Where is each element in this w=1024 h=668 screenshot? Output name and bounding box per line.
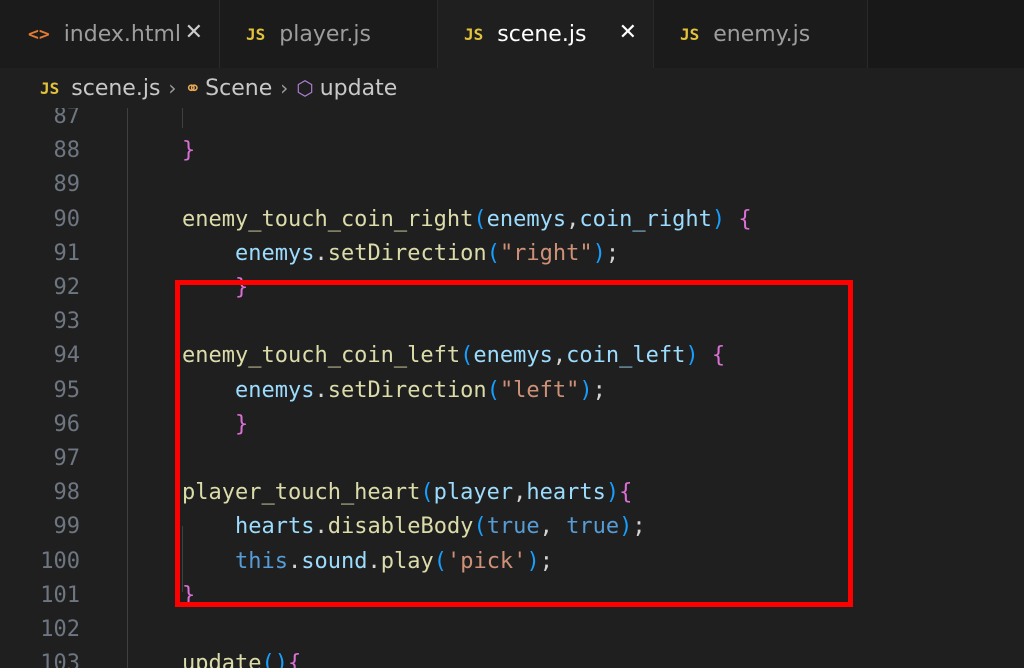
code-line[interactable]: 88}: [0, 134, 1024, 168]
tab-label: player.js: [279, 21, 371, 47]
line-number: 95: [53, 377, 81, 403]
line-number: 92: [53, 275, 81, 300]
line-number: 94: [53, 343, 81, 369]
tab-enemy-js[interactable]: JS enemy.js: [654, 0, 868, 68]
js-file-icon: JS: [246, 24, 266, 44]
breadcrumb-class[interactable]: Scene: [205, 76, 272, 101]
code-line[interactable]: 91 enemys.setDirection("right");: [0, 237, 1024, 271]
line-number: 90: [53, 206, 81, 232]
line-number: 98: [53, 480, 81, 506]
line-number: 96: [53, 411, 81, 437]
line-number: 88: [53, 138, 81, 164]
js-file-icon: JS: [40, 78, 60, 98]
code-line[interactable]: 87: [0, 108, 1024, 134]
line-number: 100: [40, 548, 80, 574]
close-icon[interactable]: ✕: [619, 20, 637, 45]
code-line[interactable]: 102: [0, 613, 1024, 647]
html-file-icon: <>: [28, 23, 50, 45]
line-number: 87: [53, 108, 81, 129]
line-number: 89: [53, 172, 81, 198]
line-number: 97: [53, 446, 81, 471]
line-number: 101: [40, 582, 80, 608]
line-number: 99: [53, 514, 81, 540]
code-text: enemy_touch_coin_right(enemys,coin_right…: [182, 206, 752, 232]
line-number: 91: [53, 240, 81, 266]
close-icon[interactable]: ✕: [185, 20, 203, 45]
line-number: 103: [40, 651, 80, 668]
tab-label: enemy.js: [713, 21, 811, 47]
js-file-icon: JS: [464, 24, 484, 44]
breadcrumb-method[interactable]: update: [320, 76, 398, 101]
line-number: 93: [53, 309, 81, 335]
class-icon: ⚭: [184, 76, 202, 100]
code-line[interactable]: 89: [0, 168, 1024, 202]
code-text: enemys.setDirection("right");: [235, 240, 620, 266]
editor-tab-bar: <> index.html ✕ JS player.js JS scene.js…: [0, 0, 1024, 68]
breadcrumb: JS scene.js › ⚭ Scene › ⬡ update: [0, 68, 1024, 108]
tab-label: index.html: [63, 21, 181, 47]
tab-index-html[interactable]: <> index.html ✕: [0, 0, 220, 68]
breadcrumb-file[interactable]: scene.js: [71, 76, 160, 101]
code-editor[interactable]: 87 88} 89 90 enemy_touch_coin_right(enemys,c…: [0, 108, 1024, 668]
tab-label: scene.js: [497, 21, 587, 47]
code-line[interactable]: 103 update(){: [0, 647, 1024, 668]
highlight-box: [175, 280, 853, 607]
code-line[interactable]: 90 enemy_touch_coin_right(enemys,coin_rig…: [0, 203, 1024, 237]
line-number: 102: [40, 617, 80, 642]
method-cube-icon: ⬡: [296, 76, 314, 100]
code-text: }: [182, 138, 196, 164]
tab-scene-js[interactable]: JS scene.js ✕: [438, 0, 654, 68]
chevron-right-icon: ›: [280, 76, 289, 100]
code-text: update(){: [182, 651, 302, 668]
tab-player-js[interactable]: JS player.js: [220, 0, 438, 68]
js-file-icon: JS: [680, 24, 700, 44]
chevron-right-icon: ›: [168, 76, 177, 100]
